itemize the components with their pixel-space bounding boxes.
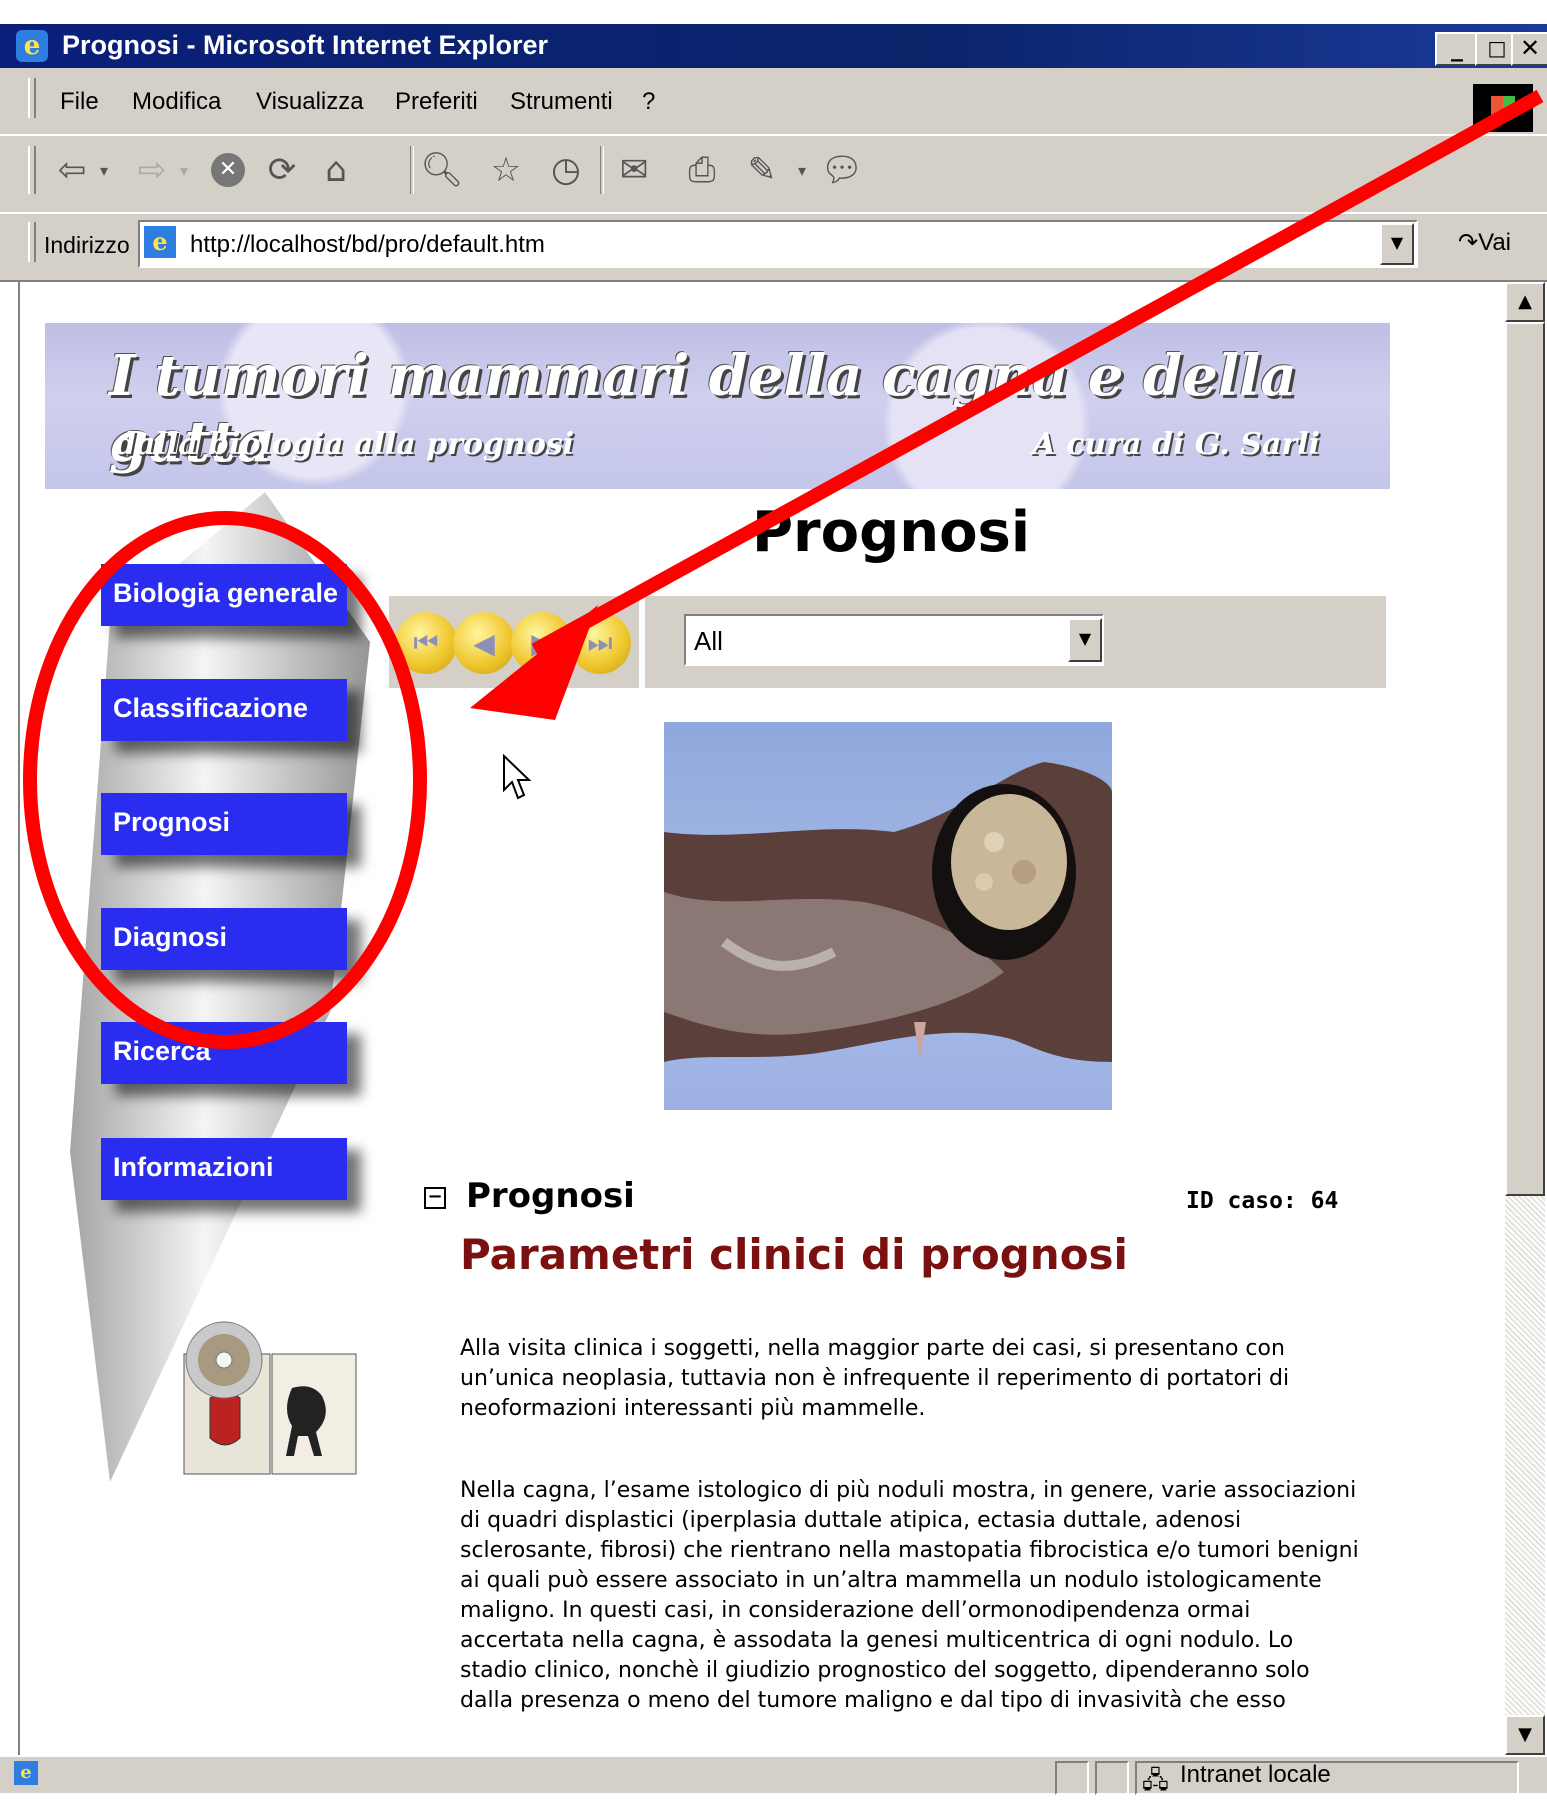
status-cell (1095, 1761, 1129, 1795)
nav-biologia-generale[interactable]: Biologia generale (101, 564, 347, 626)
specimen-photo (664, 722, 1112, 1110)
status-bar: e 🖧︎ Intranet locale (0, 1755, 1547, 1795)
refresh-icon[interactable]: ⟳ (260, 148, 304, 192)
address-label: Indirizzo (44, 232, 130, 258)
filter-select[interactable]: All ▼ (684, 614, 1104, 666)
go-arrow-icon: ↷ (1458, 229, 1479, 256)
stop-icon[interactable]: ✕ (206, 148, 250, 192)
collapse-toggle-icon[interactable]: − (424, 1186, 446, 1209)
section-header: − Prognosi (424, 1176, 635, 1216)
forward-icon[interactable]: ⇨ (130, 148, 174, 192)
menu-grip (28, 78, 36, 118)
back-dropdown-icon[interactable]: ▾ (92, 148, 116, 192)
scroll-up-button[interactable]: ▲ (1505, 282, 1545, 322)
navigation-separator (639, 596, 645, 688)
menu-strumenti[interactable]: Strumenti (510, 88, 613, 116)
intranet-zone-icon: 🖧︎ (1142, 1767, 1169, 1794)
back-icon[interactable]: ⇦ (50, 148, 94, 192)
page-title: Prognosi (752, 500, 1031, 565)
nav-classificazione[interactable]: Classificazione (101, 679, 347, 741)
address-url: http://localhost/bd/pro/default.htm (190, 231, 545, 258)
nav-ricerca[interactable]: Ricerca (101, 1022, 347, 1084)
close-button[interactable]: ✕ (1511, 32, 1547, 66)
toolbar-grip (28, 146, 36, 194)
address-dropdown-button[interactable]: ▼ (1380, 223, 1414, 265)
go-label: Vai (1478, 229, 1512, 256)
toolbar-separator-2 (600, 146, 604, 194)
address-grip (28, 222, 36, 262)
next-record-button[interactable]: ▶ (511, 612, 573, 674)
banner-subtitle: dalla biologia alla prognosi (115, 427, 575, 462)
menu-file[interactable]: File (60, 88, 99, 116)
nav-diagnosi[interactable]: Diagnosi (101, 908, 347, 970)
paragraph: Nella cagna, l’esame istologico di più n… (460, 1478, 1359, 1713)
home-icon[interactable]: ⌂ (314, 148, 358, 192)
site-banner: I tumori mammari della cagna e della gat… (45, 323, 1390, 489)
toolbar-separator (410, 146, 414, 194)
menu-preferiti[interactable]: Preferiti (395, 88, 478, 116)
vertical-scrollbar[interactable]: ▲ ▼ (1505, 282, 1545, 1755)
zone-label: Intranet locale (1180, 1761, 1331, 1788)
paragraph: Alla visita clinica i soggetti, nella ma… (460, 1336, 1290, 1421)
record-navigation-bar: ⏮ ◀ ▶ ⏭ All ▼ (389, 596, 1386, 688)
status-cell (1055, 1761, 1089, 1795)
go-button[interactable]: ↷Vai (1458, 228, 1511, 257)
address-bar: Indirizzo e http://localhost/bd/pro/defa… (0, 212, 1547, 274)
scroll-thumb[interactable] (1505, 322, 1545, 1196)
nav-informazioni[interactable]: Informazioni (101, 1138, 347, 1200)
windows-logo-icon (1473, 84, 1533, 132)
browser-chrome: File Modifica Visualizza Preferiti Strum… (0, 68, 1547, 282)
last-record-button[interactable]: ⏭ (569, 612, 631, 674)
section-title: Prognosi (466, 1176, 635, 1216)
minimize-button[interactable]: _ (1435, 32, 1479, 66)
mouse-cursor-icon (503, 754, 532, 800)
first-record-button[interactable]: ⏮ (395, 612, 457, 674)
content-heading: Parametri clinici di prognosi (460, 1230, 1128, 1279)
search-icon[interactable]: 🔍︎ (420, 148, 464, 192)
previous-record-button[interactable]: ◀ (453, 612, 515, 674)
toolbar: ⇦ ▾ ⇨ ▾ ✕ ⟳ ⌂ 🔍︎ ☆ ◷ ✉ ⎙ ✎ ▾ 💬︎ (0, 134, 1547, 206)
filter-select-value: All (694, 626, 723, 656)
banner-credit: A cura di G. Sarli (1032, 427, 1320, 462)
cd-book-logo (183, 1321, 357, 1475)
case-id: ID caso: 64 (1186, 1188, 1339, 1214)
favorites-icon[interactable]: ☆ (484, 148, 528, 192)
mail-icon[interactable]: ✉ (612, 148, 656, 192)
forward-dropdown-icon[interactable]: ▾ (172, 148, 196, 192)
menu-bar: File Modifica Visualizza Preferiti Strum… (0, 68, 1547, 132)
edit-icon[interactable]: ✎ (740, 148, 784, 192)
print-icon[interactable]: ⎙ (680, 148, 724, 192)
page-icon: e (144, 226, 176, 258)
menu-help[interactable]: ? (642, 88, 655, 116)
discuss-icon[interactable]: 💬︎ (820, 148, 864, 192)
status-page-icon: e (14, 1761, 38, 1785)
scroll-down-button[interactable]: ▼ (1505, 1715, 1545, 1755)
nav-prognosi[interactable]: Prognosi (101, 793, 347, 855)
edit-dropdown-icon[interactable]: ▾ (790, 148, 814, 192)
address-input[interactable]: e http://localhost/bd/pro/default.htm ▼ (138, 220, 1418, 268)
menu-visualizza[interactable]: Visualizza (256, 88, 364, 116)
ie-icon: e (16, 30, 48, 62)
menu-modifica[interactable]: Modifica (132, 88, 221, 116)
history-icon[interactable]: ◷ (544, 148, 588, 192)
filter-dropdown-button[interactable]: ▼ (1068, 618, 1102, 662)
title-bar: e Prognosi - Microsoft Internet Explorer… (0, 24, 1547, 68)
window-title: Prognosi - Microsoft Internet Explorer (62, 30, 549, 60)
